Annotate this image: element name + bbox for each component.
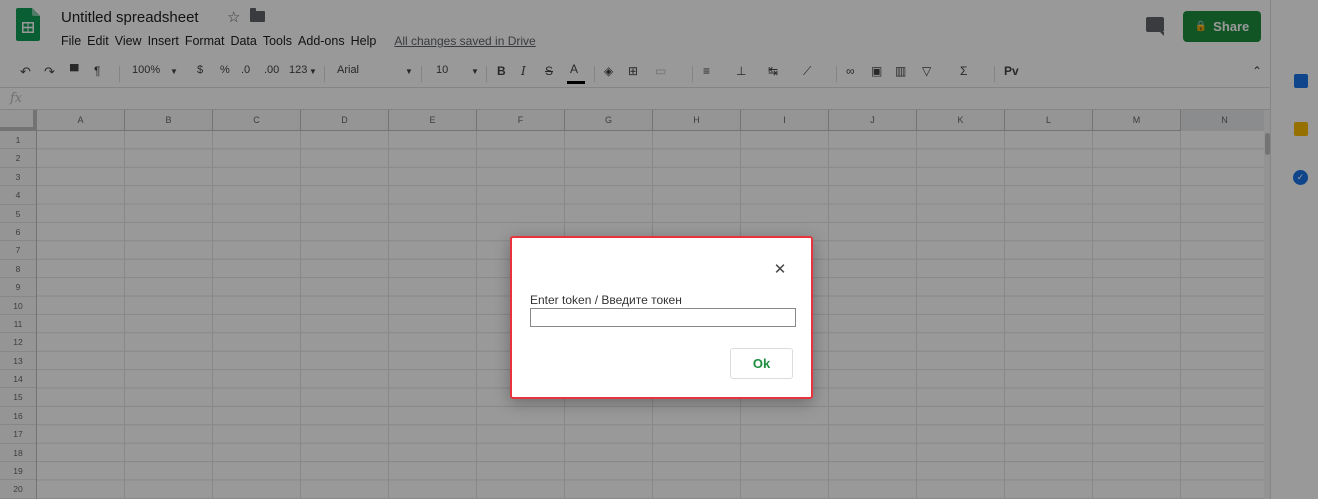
ok-button[interactable]: Ok bbox=[730, 348, 793, 379]
token-input[interactable] bbox=[530, 308, 796, 327]
token-label: Enter token / Введите токен bbox=[530, 293, 682, 307]
token-dialog: ✕ Enter token / Введите токен Ok bbox=[510, 236, 813, 399]
close-icon[interactable]: ✕ bbox=[772, 262, 788, 278]
